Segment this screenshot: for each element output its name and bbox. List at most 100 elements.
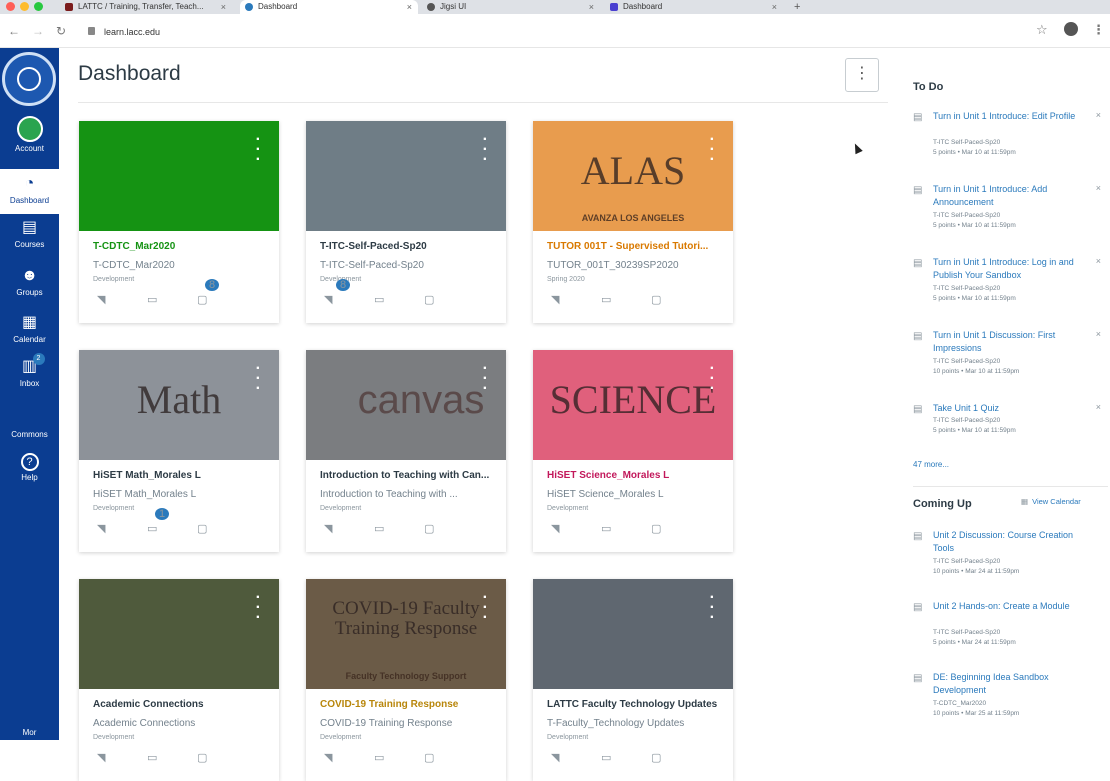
close-tab-icon[interactable]: × [221,0,226,14]
forward-arrow-icon[interactable]: → [32,24,44,38]
discussions-icon[interactable]: ▭ [374,523,388,535]
announcements-icon[interactable]: ◥ [551,523,565,535]
course-card-hero[interactable]: COVID-19 Faculty Training Response Facult… [306,579,506,689]
course-name[interactable]: Academic Connections [93,699,268,710]
discussions-icon[interactable]: ▭ [147,523,161,535]
course-name[interactable]: COVID-19 Training Response [320,699,495,710]
course-card[interactable]: Math · · · HiSET Math_Morales L HiSET Math_Mo… [79,350,279,552]
dismiss-icon[interactable]: × [1096,329,1101,339]
card-options-icon[interactable]: · · · [710,590,715,626]
folder-icon[interactable]: ▢ [197,294,211,306]
course-name[interactable]: T-CDTC_Mar2020 [93,241,268,252]
dashboard-options-button[interactable]: ⋮ [845,58,879,92]
folder-icon[interactable]: ▢ [197,752,211,764]
announcements-icon[interactable]: ◥ [551,294,565,306]
nav-account[interactable]: Account [0,116,59,166]
item-title[interactable]: Turn in Unit 1 Discussion: First Impress… [933,329,1083,355]
course-card[interactable]: · · · LATTC Faculty Technology Updates T-Fac… [533,579,733,781]
discussions-icon[interactable]: ▭ [147,294,161,306]
course-card[interactable]: SCIENCE · · · HiSET Science_Morales L HiSET S… [533,350,733,552]
dismiss-icon[interactable]: × [1096,183,1101,193]
course-card-hero[interactable]: canvas · · · [306,350,506,460]
browser-tab-2[interactable]: Dashboard × [240,0,418,14]
course-card[interactable]: · · · Academic Connections Academic Connecti… [79,579,279,781]
profile-icon[interactable] [1064,22,1078,36]
announcements-icon[interactable]: ◥ [324,294,338,306]
course-card-hero[interactable]: SCIENCE · · · [533,350,733,460]
folder-icon[interactable]: ▢ [424,752,438,764]
close-tab-icon[interactable]: × [772,0,777,14]
course-card-hero[interactable]: · · · [79,121,279,231]
course-card-hero[interactable]: · · · [306,121,506,231]
course-name[interactable]: HiSET Science_Morales L [547,470,722,481]
card-options-icon[interactable]: · · · [256,590,261,626]
discussions-icon[interactable]: ▭ [601,294,615,306]
dismiss-icon[interactable]: × [1096,402,1101,412]
course-card-hero[interactable]: ALAS AVANZA LOS ANGELES · · · [533,121,733,231]
browser-tab-1[interactable]: LATTC / Training, Transfer, Teach... × [60,0,232,14]
nav-groups[interactable]: ☻ Groups [0,266,59,311]
institution-logo[interactable] [2,52,56,106]
nav-dashboard[interactable]: ◔ Dashboard [0,169,59,214]
discussions-icon[interactable]: ▭ [374,752,388,764]
item-title[interactable]: Turn in Unit 1 Introduce: Log in and Pub… [933,256,1083,282]
announcements-icon[interactable]: ◥ [551,752,565,764]
bookmark-star-icon[interactable]: ☆ [1036,22,1048,38]
nav-more[interactable]: Mor [0,728,59,740]
course-name[interactable]: HiSET Math_Morales L [93,470,268,481]
course-name[interactable]: Introduction to Teaching with Can... [320,470,495,481]
course-name[interactable]: TUTOR 001T - Supervised Tutori... [547,241,722,252]
course-card[interactable]: · · · T-ITC-Self-Paced-Sp20 T-ITC-Self-Paced… [306,121,506,323]
new-tab-icon[interactable]: + [794,0,800,14]
item-title[interactable]: Unit 2 Hands-on: Create a Module [933,600,1083,613]
view-calendar-link[interactable]: ▦ View Calendar [1021,497,1081,506]
nav-calendar[interactable]: ▦ Calendar [0,313,59,358]
discussions-icon[interactable]: ▭ [601,752,615,764]
nav-help[interactable]: ? Help [0,453,59,493]
browser-tab-3[interactable]: Jigsi UI × [422,0,600,14]
course-card[interactable]: canvas · · · Introduction to Teaching with C… [306,350,506,552]
item-title[interactable]: Turn in Unit 1 Introduce: Edit Profile [933,110,1083,123]
nav-courses[interactable]: ▤ Courses [0,218,59,263]
folder-icon[interactable]: ▢ [651,294,665,306]
nav-commons[interactable]: Commons [0,420,59,450]
back-arrow-icon[interactable]: ← [8,24,20,38]
dismiss-icon[interactable]: × [1096,256,1101,266]
card-options-icon[interactable]: · · · [710,132,715,168]
folder-icon[interactable]: ▢ [424,523,438,535]
announcements-icon[interactable]: ◥ [324,752,338,764]
browser-tab-4[interactable]: Dashboard × [605,0,783,14]
todo-more-link[interactable]: 47 more... [913,460,949,469]
discussions-icon[interactable]: ▭ [601,523,615,535]
item-title[interactable]: Turn in Unit 1 Introduce: Add Announceme… [933,183,1083,209]
dismiss-icon[interactable]: × [1096,110,1101,120]
announcements-icon[interactable]: ◥ [97,752,111,764]
folder-icon[interactable]: ▢ [197,523,211,535]
folder-icon[interactable]: ▢ [651,523,665,535]
close-tab-icon[interactable]: × [407,0,412,14]
course-card-hero[interactable]: · · · [79,579,279,689]
reload-icon[interactable]: ↻ [56,24,66,38]
item-title[interactable]: DE: Beginning Idea Sandbox Development [933,671,1083,697]
card-options-icon[interactable]: · · · [483,132,488,168]
card-options-icon[interactable]: · · · [256,132,261,168]
course-name[interactable]: LATTC Faculty Technology Updates [547,699,722,710]
close-tab-icon[interactable]: × [589,0,594,14]
window-zoom-button[interactable] [34,2,43,11]
discussions-icon[interactable]: ▭ [147,752,161,764]
course-card[interactable]: · · · T-CDTC_Mar2020 T-CDTC_Mar2020 Developme… [79,121,279,323]
course-card[interactable]: ALAS AVANZA LOS ANGELES · · · TUTOR 001T - Su… [533,121,733,323]
folder-icon[interactable]: ▢ [424,294,438,306]
course-card-hero[interactable]: · · · [533,579,733,689]
folder-icon[interactable]: ▢ [651,752,665,764]
card-options-icon[interactable]: · · · [483,361,488,397]
course-card-hero[interactable]: Math · · · [79,350,279,460]
window-close-button[interactable] [6,2,15,11]
window-minimize-button[interactable] [20,2,29,11]
item-title[interactable]: Take Unit 1 Quiz [933,402,1083,415]
course-card[interactable]: COVID-19 Faculty Training Response Facult… [306,579,506,781]
item-title[interactable]: Unit 2 Discussion: Course Creation Tools [933,529,1083,555]
card-options-icon[interactable]: · · · [256,361,261,397]
browser-menu-icon[interactable]: ⋮ [1092,22,1105,38]
url-bar[interactable]: learn.lacc.edu [82,23,1032,41]
